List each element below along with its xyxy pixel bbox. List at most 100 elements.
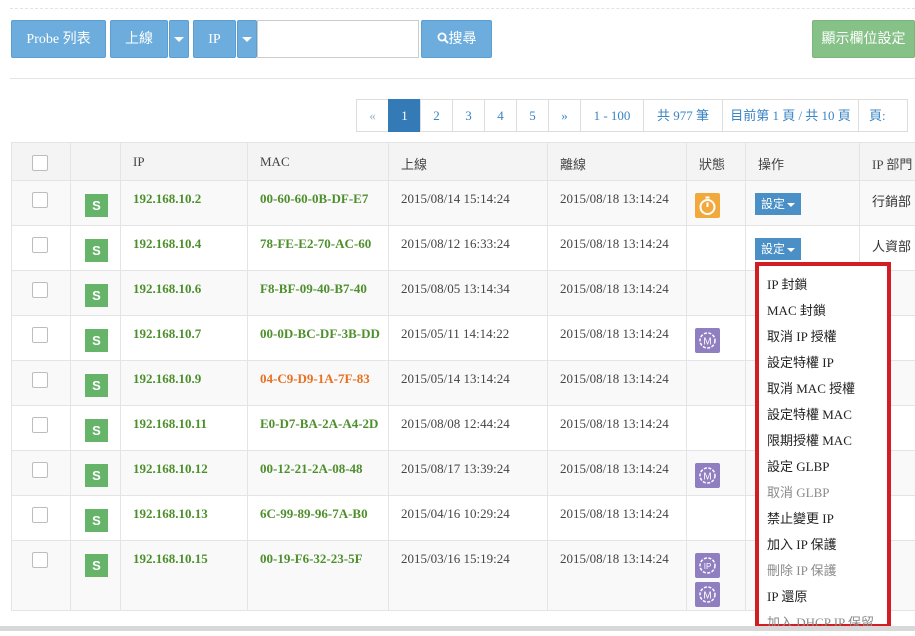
page-3[interactable]: 3	[452, 99, 485, 132]
menu-item-set-privileged-ip[interactable]: 設定特權 IP	[759, 350, 887, 376]
select-all-checkbox[interactable]	[32, 155, 48, 171]
page-2[interactable]: 2	[420, 99, 453, 132]
menu-item-add-ip-protection[interactable]: 加入 IP 保護	[759, 532, 887, 558]
row-mac[interactable]: 00-19-F6-32-23-5F	[248, 541, 389, 611]
s-badge: S	[85, 329, 108, 352]
row-mac[interactable]: 6C-99-89-96-7A-B0	[248, 496, 389, 541]
row-ip[interactable]: 192.168.10.4	[121, 226, 248, 271]
gear-m-icon: M	[695, 463, 720, 488]
horizontal-scrollbar[interactable]	[0, 626, 915, 631]
ip-dept-header[interactable]: IP 部門	[860, 143, 915, 181]
gear-ip-icon: IP	[695, 553, 720, 578]
row-status	[687, 406, 746, 451]
menu-item-revoke-ip-auth[interactable]: 取消 IP 授權	[759, 324, 887, 350]
row-checkbox[interactable]	[32, 462, 48, 478]
online-filter-button[interactable]: 上線	[110, 20, 168, 58]
menu-item-add-dhcp-reservation[interactable]: 加入 DHCP IP 保留	[759, 610, 887, 636]
row-online: 2015/04/16 10:29:24	[389, 496, 548, 541]
row-settings-button[interactable]: 設定	[755, 193, 801, 215]
row-action: 設定	[746, 181, 860, 226]
row-mac[interactable]: 04-C9-D9-1A-7F-83	[248, 361, 389, 406]
menu-item-revoke-mac-auth[interactable]: 取消 MAC 授權	[759, 376, 887, 402]
row-offline: 2015/08/18 13:14:24	[548, 361, 687, 406]
page-prev[interactable]: «	[356, 99, 389, 132]
chevron-down-icon	[242, 37, 252, 42]
row-checkbox[interactable]	[32, 282, 48, 298]
row-ip[interactable]: 192.168.10.9	[121, 361, 248, 406]
row-badge: S	[71, 541, 121, 611]
page-next[interactable]: »	[548, 99, 581, 132]
row-online: 2015/08/12 16:33:24	[389, 226, 548, 271]
s-badge: S	[85, 284, 108, 307]
row-ip[interactable]: 192.168.10.15	[121, 541, 248, 611]
s-badge: S	[85, 554, 108, 577]
s-badge: S	[85, 239, 108, 262]
menu-item-set-glbp[interactable]: 設定 GLBP	[759, 454, 887, 480]
row-select	[12, 226, 71, 271]
row-online: 2015/05/14 13:14:24	[389, 361, 548, 406]
row-checkbox[interactable]	[32, 372, 48, 388]
row-ip[interactable]: 192.168.10.11	[121, 406, 248, 451]
row-ip[interactable]: 192.168.10.12	[121, 451, 248, 496]
display-columns-button[interactable]: 顯示欄位設定	[812, 20, 915, 58]
row-checkbox[interactable]	[32, 417, 48, 433]
row-mac[interactable]: E0-D7-BA-2A-A4-2D	[248, 406, 389, 451]
menu-item-set-privileged-mac[interactable]: 設定特權 MAC	[759, 402, 887, 428]
offline-header[interactable]: 離線	[548, 143, 687, 181]
menu-item-ip-restore[interactable]: IP 還原	[759, 584, 887, 610]
row-mac[interactable]: 00-12-21-2A-08-48	[248, 451, 389, 496]
menu-item-cancel-glbp[interactable]: 取消 GLBP	[759, 480, 887, 506]
search-input[interactable]	[257, 20, 419, 58]
row-checkbox[interactable]	[32, 237, 48, 253]
row-ip[interactable]: 192.168.10.7	[121, 316, 248, 361]
menu-item-delete-ip-protection[interactable]: 刪除 IP 保護	[759, 558, 887, 584]
gear-m-icon: M	[695, 328, 720, 353]
row-settings-button-open[interactable]: 設定	[755, 238, 801, 260]
search-button[interactable]: 搜尋	[421, 20, 492, 58]
row-select	[12, 271, 71, 316]
ip-header[interactable]: IP	[121, 143, 248, 181]
row-checkbox[interactable]	[32, 507, 48, 523]
page-5[interactable]: 5	[516, 99, 549, 132]
s-badge: S	[85, 464, 108, 487]
row-select	[12, 451, 71, 496]
online-filter-dropdown-toggle[interactable]	[169, 20, 189, 58]
row-mac[interactable]: F8-BF-09-40-B7-40	[248, 271, 389, 316]
page-1[interactable]: 1	[388, 99, 421, 132]
ip-filter-dropdown-toggle[interactable]	[237, 20, 257, 58]
row-status: M	[687, 316, 746, 361]
page-jump-label[interactable]: 頁:	[858, 99, 908, 132]
menu-item-mac-block[interactable]: MAC 封鎖	[759, 298, 887, 324]
pagination: « 1 2 3 4 5 » 1 - 100 共 977 筆 目前第 1 頁 / …	[357, 99, 908, 132]
row-mac[interactable]: 78-FE-E2-70-AC-60	[248, 226, 389, 271]
menu-item-prohibit-ip-change[interactable]: 禁止變更 IP	[759, 506, 887, 532]
row-select	[12, 496, 71, 541]
menu-item-ip-block[interactable]: IP 封鎖	[759, 272, 887, 298]
ip-filter-button[interactable]: IP	[193, 20, 236, 58]
page-4[interactable]: 4	[484, 99, 517, 132]
row-mac[interactable]: 00-0D-BC-DF-3B-DD	[248, 316, 389, 361]
svg-text:IP: IP	[704, 562, 712, 571]
row-ip[interactable]: 192.168.10.13	[121, 496, 248, 541]
row-checkbox[interactable]	[32, 552, 48, 568]
row-ip[interactable]: 192.168.10.6	[121, 271, 248, 316]
row-select	[12, 181, 71, 226]
row-checkbox[interactable]	[32, 192, 48, 208]
settings-dropdown-menu: IP 封鎖 MAC 封鎖 取消 IP 授權 設定特權 IP 取消 MAC 授權 …	[755, 262, 891, 628]
menu-item-timed-mac-auth[interactable]: 限期授權 MAC	[759, 428, 887, 454]
svg-text:M: M	[703, 337, 711, 348]
online-header[interactable]: 上線	[389, 143, 548, 181]
row-select	[12, 541, 71, 611]
row-checkbox[interactable]	[32, 327, 48, 343]
row-mac[interactable]: 00-60-60-0B-DF-E7	[248, 181, 389, 226]
row-settings-label: 設定	[761, 197, 785, 211]
page-range[interactable]: 1 - 100	[580, 99, 644, 132]
row-status	[687, 361, 746, 406]
row-online: 2015/05/11 14:14:22	[389, 316, 548, 361]
row-ip[interactable]: 192.168.10.2	[121, 181, 248, 226]
row-status: M	[687, 451, 746, 496]
status-header: 狀態	[687, 143, 746, 181]
s-badge: S	[85, 509, 108, 532]
mac-header[interactable]: MAC	[248, 143, 389, 181]
probe-list-button[interactable]: Probe 列表	[11, 20, 106, 58]
